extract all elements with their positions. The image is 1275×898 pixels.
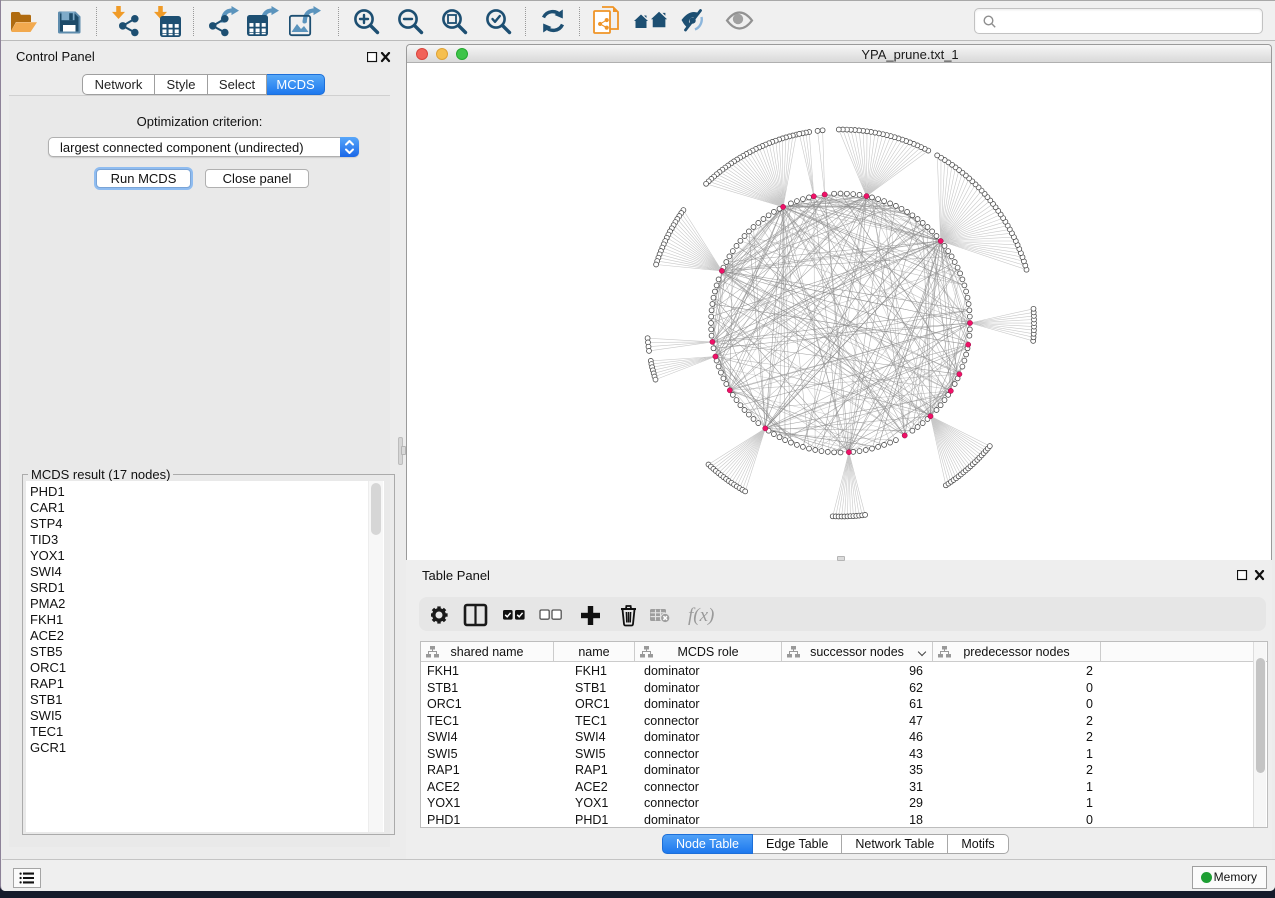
- svg-text:f(x): f(x): [688, 605, 714, 626]
